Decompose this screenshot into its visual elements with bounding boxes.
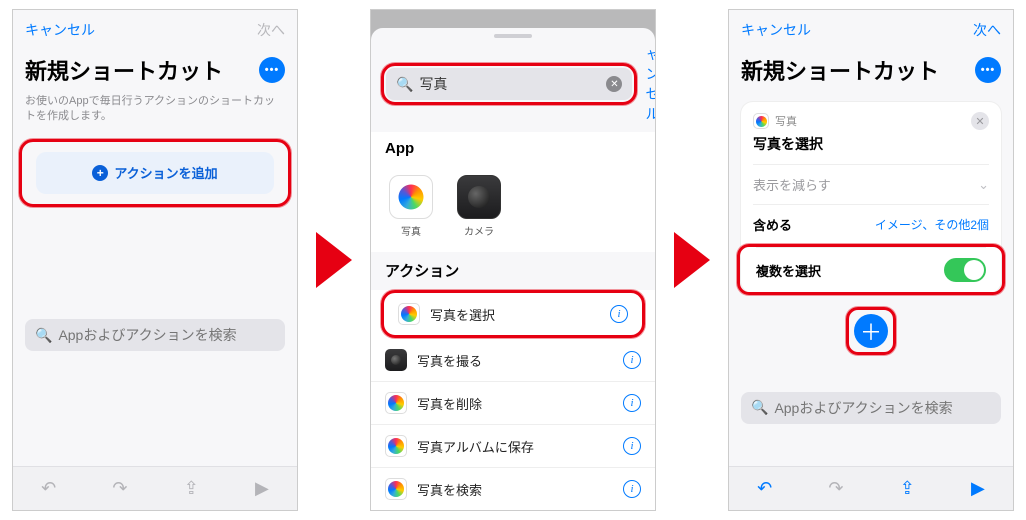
highlight-add-step: ＋ bbox=[729, 307, 1013, 355]
search-bar[interactable]: 🔍 ✕ bbox=[386, 68, 632, 100]
info-icon[interactable]: i bbox=[623, 351, 641, 369]
arrow-icon bbox=[316, 232, 352, 288]
sheet-cancel-button[interactable]: ャンセル bbox=[645, 44, 656, 124]
photos-icon bbox=[385, 435, 407, 457]
action-select-photos[interactable]: 写真を選択 i bbox=[384, 293, 642, 335]
action-label: 写真を削除 bbox=[417, 394, 482, 413]
navigation-bar: キャンセル 次へ bbox=[13, 10, 297, 50]
clear-search-icon[interactable]: ✕ bbox=[606, 76, 622, 92]
share-icon[interactable]: ⇪ bbox=[900, 478, 915, 499]
app-camera[interactable]: カメラ bbox=[457, 175, 501, 238]
remove-action-icon[interactable]: ✕ bbox=[971, 112, 989, 130]
multi-select-row: 複数を選択 bbox=[756, 247, 986, 292]
more-button[interactable]: ••• bbox=[259, 57, 285, 83]
redo-icon[interactable]: ↷ bbox=[828, 478, 843, 499]
include-row[interactable]: 含める イメージ、その他2個 bbox=[753, 204, 989, 244]
include-label: 含める bbox=[753, 215, 792, 234]
photos-icon bbox=[385, 478, 407, 500]
app-camera-label: カメラ bbox=[464, 223, 494, 238]
camera-icon bbox=[385, 349, 407, 371]
page-title-row: 新規ショートカット ••• bbox=[729, 50, 1013, 94]
include-value: イメージ、その他2個 bbox=[875, 216, 989, 233]
next-button[interactable]: 次へ bbox=[257, 20, 285, 40]
screen-2-action-picker: 🔍 ✕ ャンセル App 写真 カメラ アクション 写 bbox=[370, 9, 656, 511]
arrow-icon bbox=[674, 232, 710, 288]
apps-header: App bbox=[371, 132, 655, 165]
camera-app-icon bbox=[457, 175, 501, 219]
search-input[interactable] bbox=[58, 327, 275, 343]
play-icon[interactable]: ▶ bbox=[255, 478, 269, 499]
undo-icon[interactable]: ↶ bbox=[757, 478, 772, 499]
card-action-title: 写真を選択 bbox=[753, 134, 989, 154]
action-label: 写真を撮る bbox=[417, 351, 482, 370]
search-icon: 🔍 bbox=[751, 399, 768, 416]
search-bar[interactable]: 🔍 bbox=[25, 319, 285, 351]
screen-3-configure-action: キャンセル 次へ 新規ショートカット ••• 写真 ✕ 写真を選択 表示を減らす… bbox=[728, 9, 1014, 511]
add-action-label: アクションを追加 bbox=[114, 163, 217, 182]
cancel-button[interactable]: キャンセル bbox=[741, 20, 811, 40]
page-title-row: 新規ショートカット ••• bbox=[13, 50, 297, 94]
action-delete-photos[interactable]: 写真を削除 i bbox=[371, 382, 655, 425]
search-input[interactable] bbox=[774, 400, 991, 416]
action-label: 写真アルバムに保存 bbox=[417, 437, 534, 456]
highlight-select-photos: 写真を選択 i bbox=[381, 290, 645, 338]
add-action-button[interactable]: + アクションを追加 bbox=[36, 152, 274, 194]
action-card: 写真 ✕ 写真を選択 表示を減らす ⌄ 含める イメージ、その他2個 複数を選択 bbox=[741, 102, 1001, 293]
show-less-label: 表示を減らす bbox=[753, 175, 831, 194]
apps-row: 写真 カメラ bbox=[371, 165, 655, 252]
plus-icon: + bbox=[92, 165, 108, 181]
actions-header: アクション bbox=[371, 252, 655, 289]
cancel-button[interactable]: キャンセル bbox=[25, 20, 95, 40]
next-button[interactable]: 次へ bbox=[973, 20, 1001, 40]
undo-icon[interactable]: ↶ bbox=[41, 478, 56, 499]
highlight-add-action: + アクションを追加 bbox=[19, 139, 291, 207]
bottom-toolbar: ↶ ↷ ⇪ ▶ bbox=[13, 466, 297, 510]
card-header: 写真 ✕ bbox=[753, 112, 989, 130]
multi-select-label: 複数を選択 bbox=[756, 261, 821, 280]
redo-icon[interactable]: ↷ bbox=[112, 478, 127, 499]
more-button[interactable]: ••• bbox=[975, 57, 1001, 83]
app-photos-label: 写真 bbox=[401, 223, 421, 238]
search-input[interactable] bbox=[419, 76, 600, 92]
search-icon: 🔍 bbox=[396, 76, 413, 93]
action-save-album[interactable]: 写真アルバムに保存 i bbox=[371, 425, 655, 468]
page-title: 新規ショートカット bbox=[741, 54, 939, 86]
info-icon[interactable]: i bbox=[623, 394, 641, 412]
sheet-top-row: 🔍 ✕ ャンセル bbox=[371, 38, 655, 126]
chevron-down-icon: ⌄ bbox=[978, 177, 989, 193]
navigation-bar: キャンセル 次へ bbox=[729, 10, 1013, 50]
add-step-button[interactable]: ＋ bbox=[854, 314, 888, 348]
page-subtitle: お使いのAppで毎日行うアクションのショートカットを作成します。 bbox=[13, 94, 297, 135]
page-title: 新規ショートカット bbox=[25, 54, 223, 86]
photos-icon bbox=[398, 303, 420, 325]
search-bar[interactable]: 🔍 bbox=[741, 392, 1001, 424]
action-label: 写真を検索 bbox=[417, 480, 482, 499]
actions-list: 写真を選択 i 写真を撮る i 写真を削除 i 写真アルバムに保存 i bbox=[371, 290, 655, 511]
action-picker-sheet: 🔍 ✕ ャンセル App 写真 カメラ アクション 写 bbox=[371, 28, 655, 510]
action-take-photo[interactable]: 写真を撮る i bbox=[371, 339, 655, 382]
photos-icon bbox=[385, 392, 407, 414]
highlight-multi-select: 複数を選択 bbox=[737, 244, 1005, 295]
show-less-row[interactable]: 表示を減らす ⌄ bbox=[753, 164, 989, 204]
info-icon[interactable]: i bbox=[623, 480, 641, 498]
play-icon[interactable]: ▶ bbox=[971, 478, 985, 499]
card-app-label: 写真 bbox=[775, 113, 797, 129]
app-photos[interactable]: 写真 bbox=[389, 175, 433, 238]
info-icon[interactable]: i bbox=[610, 305, 628, 323]
info-icon[interactable]: i bbox=[623, 437, 641, 455]
action-search-photos[interactable]: 写真を検索 i bbox=[371, 468, 655, 511]
photos-app-icon bbox=[389, 175, 433, 219]
action-label: 写真を選択 bbox=[430, 305, 495, 324]
screen-1-new-shortcut: キャンセル 次へ 新規ショートカット ••• お使いのAppで毎日行うアクション… bbox=[12, 9, 298, 511]
multi-select-toggle[interactable] bbox=[944, 258, 986, 282]
highlight-search: 🔍 ✕ bbox=[381, 63, 637, 105]
photos-icon bbox=[753, 113, 769, 129]
search-icon: 🔍 bbox=[35, 327, 52, 344]
bottom-toolbar: ↶ ↷ ⇪ ▶ bbox=[729, 466, 1013, 510]
share-icon[interactable]: ⇪ bbox=[184, 478, 199, 499]
